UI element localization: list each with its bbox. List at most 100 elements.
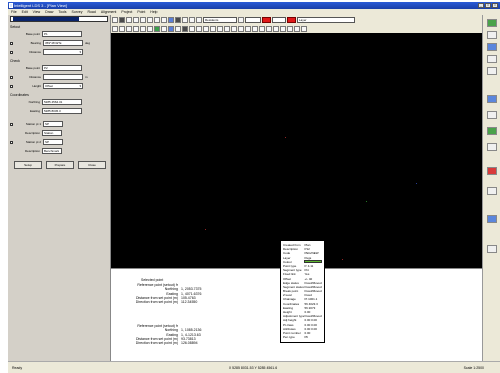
report-icon[interactable] [252, 25, 258, 32]
import-icon[interactable] [280, 25, 286, 32]
field-label: Easting [29, 109, 40, 113]
profile-icon[interactable] [203, 25, 209, 32]
polyline-icon[interactable] [133, 25, 139, 32]
property-key: Pen type [283, 335, 295, 340]
height-checkbox[interactable] [10, 84, 13, 88]
export-icon[interactable] [287, 25, 293, 32]
info-icon[interactable] [487, 187, 497, 195]
stop-icon[interactable] [487, 167, 497, 175]
render-icon[interactable] [487, 95, 497, 103]
redo-icon[interactable] [168, 16, 174, 23]
maximize-button[interactable]: □ [485, 3, 491, 8]
select-icon[interactable] [112, 25, 118, 32]
pan-icon[interactable] [196, 16, 202, 23]
hatch-icon[interactable] [175, 25, 181, 32]
bearing-checkbox[interactable] [10, 41, 13, 45]
close-button[interactable]: × [492, 3, 498, 8]
volume-icon[interactable] [210, 25, 216, 32]
traverse-icon[interactable] [273, 25, 279, 32]
measure-icon[interactable] [217, 25, 223, 32]
layer-off-icon[interactable] [487, 31, 497, 39]
bearing-input[interactable]: 359°46'32"E [43, 40, 83, 46]
status-coordinates: X 5285 8031.53 Y 5285 4561.6 [228, 365, 278, 370]
zoom-extents-icon[interactable] [189, 16, 195, 23]
base-point-input[interactable]: P1 [42, 31, 82, 37]
contour-icon[interactable] [189, 25, 195, 32]
rotate-icon[interactable] [487, 143, 497, 151]
ortho-icon[interactable] [231, 25, 237, 32]
shade-icon[interactable] [487, 111, 497, 119]
survey-point[interactable] [366, 201, 367, 202]
snap-icon[interactable] [224, 25, 230, 32]
layer-number-combo[interactable] [245, 16, 261, 23]
residents-combo[interactable]: Residents [203, 16, 237, 23]
view-3d-icon[interactable] [487, 67, 497, 75]
color-swatch-red-2[interactable] [287, 16, 296, 23]
copy-icon[interactable] [147, 16, 153, 23]
colour-swatch[interactable] [304, 260, 322, 264]
line-icon[interactable] [126, 25, 132, 32]
dimension-icon[interactable] [168, 25, 174, 32]
survey-point[interactable] [416, 183, 417, 184]
survey-point[interactable] [285, 137, 286, 138]
layer-icon[interactable] [238, 16, 244, 23]
view-top-icon[interactable] [487, 43, 497, 51]
cut-icon[interactable] [140, 16, 146, 23]
panel-selector[interactable] [10, 16, 108, 22]
view-side-icon[interactable] [487, 55, 497, 63]
check-distance-checkbox[interactable] [10, 75, 13, 79]
scale-icon[interactable] [487, 245, 497, 253]
check-point-input[interactable]: P2 [42, 65, 82, 71]
station-2-input[interactable]: SP [43, 139, 63, 145]
layer-on-icon[interactable] [487, 19, 497, 27]
setup-button[interactable]: Setup [14, 161, 42, 169]
section-icon[interactable] [196, 25, 202, 32]
layer-manager-icon[interactable] [238, 25, 244, 32]
help-icon[interactable] [301, 25, 307, 32]
minimize-button[interactable]: _ [478, 3, 484, 8]
north-arrow-icon[interactable] [487, 215, 497, 223]
save-icon[interactable] [126, 16, 132, 23]
field-label: Station pt 2 [25, 140, 41, 144]
height-dropdown[interactable]: Offset [43, 83, 83, 89]
drawing-canvas[interactable] [111, 33, 482, 268]
arc-icon[interactable] [140, 25, 146, 32]
close-panel-button[interactable]: Close [78, 161, 106, 169]
zoom-out-icon[interactable] [182, 16, 188, 23]
description-1-input[interactable]: Station [42, 130, 62, 136]
layer-combo[interactable]: Layer [297, 16, 355, 23]
paste-icon[interactable] [154, 16, 160, 23]
circle-icon[interactable] [147, 25, 153, 32]
station-1-checkbox[interactable] [10, 122, 13, 126]
new-file-icon[interactable] [112, 16, 118, 23]
print-icon[interactable] [133, 16, 139, 23]
open-file-icon[interactable] [119, 16, 125, 23]
grid-icon[interactable] [182, 25, 188, 32]
survey-point[interactable] [205, 229, 206, 230]
zoom-in-icon[interactable] [175, 16, 181, 23]
properties-icon[interactable] [245, 25, 251, 32]
point-icon[interactable] [119, 25, 125, 32]
app-icon [9, 3, 13, 8]
refresh-icon[interactable] [294, 25, 300, 32]
prepare-button[interactable]: Prepare [46, 161, 74, 169]
form-row: Description Station [10, 129, 108, 137]
station-icon[interactable] [266, 25, 272, 32]
distance-checkbox[interactable] [10, 50, 13, 54]
report-heading: Selected point [141, 278, 164, 282]
form-row: Distance [10, 48, 108, 56]
color-swatch-red[interactable] [262, 16, 271, 23]
setout-icon[interactable] [259, 25, 265, 32]
distance-dropdown[interactable] [43, 49, 83, 55]
survey-point[interactable] [342, 259, 343, 260]
unit-label: deg [85, 41, 91, 45]
station-2-checkbox[interactable] [10, 140, 13, 144]
surface-icon[interactable] [154, 25, 160, 32]
pen-combo[interactable] [272, 16, 286, 23]
text-icon[interactable] [161, 25, 167, 32]
description-2-input[interactable]: Benchmark [42, 148, 62, 154]
undo-icon[interactable] [161, 16, 167, 23]
station-1-input[interactable]: SP [43, 121, 63, 127]
check-distance-input[interactable] [43, 74, 83, 80]
terrain-icon[interactable] [487, 127, 497, 135]
